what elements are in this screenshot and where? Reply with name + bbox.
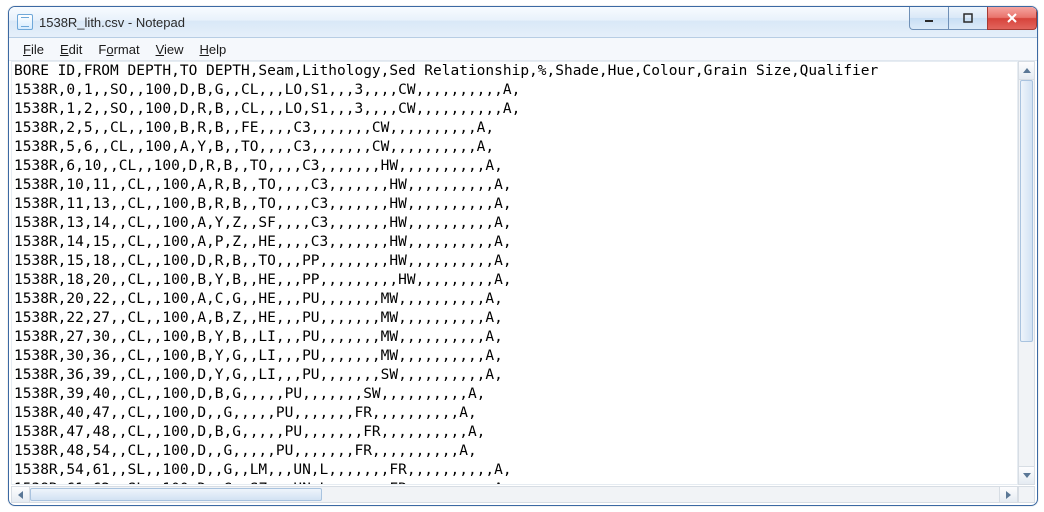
notepad-window: 1538R_lith.csv - Notepad File Edit	[8, 6, 1038, 506]
menu-help[interactable]: Help	[192, 42, 235, 57]
close-icon	[1005, 11, 1019, 25]
close-button[interactable]	[987, 7, 1037, 30]
chevron-up-icon	[1023, 68, 1031, 73]
minimize-icon	[923, 12, 935, 24]
horizontal-scrollbar[interactable]	[11, 486, 1018, 503]
horizontal-scroll-thumb[interactable]	[30, 488, 322, 501]
minimize-button[interactable]	[909, 7, 949, 30]
menu-format[interactable]: Format	[90, 42, 147, 57]
scroll-down-button[interactable]	[1019, 466, 1034, 484]
menu-edit[interactable]: Edit	[52, 42, 90, 57]
maximize-icon	[962, 12, 974, 24]
scroll-right-button[interactable]	[999, 487, 1017, 502]
window-title: 1538R_lith.csv - Notepad	[39, 15, 185, 30]
chevron-down-icon	[1023, 473, 1031, 478]
menu-view[interactable]: View	[148, 42, 192, 57]
scroll-left-button[interactable]	[12, 487, 30, 502]
notepad-app-icon	[17, 14, 33, 30]
menu-file[interactable]: File	[15, 42, 52, 57]
menu-bar: File Edit Format View Help	[9, 38, 1037, 61]
chevron-left-icon	[18, 491, 23, 499]
scroll-up-button[interactable]	[1019, 62, 1034, 80]
vertical-scroll-thumb[interactable]	[1020, 80, 1033, 342]
resize-grip[interactable]	[1018, 486, 1035, 503]
titlebar[interactable]: 1538R_lith.csv - Notepad	[9, 7, 1037, 38]
chevron-right-icon	[1006, 491, 1011, 499]
window-controls	[910, 7, 1037, 29]
text-area[interactable]: BORE ID,FROM DEPTH,TO DEPTH,Seam,Litholo…	[11, 61, 1018, 485]
maximize-button[interactable]	[948, 7, 988, 30]
text-content[interactable]: BORE ID,FROM DEPTH,TO DEPTH,Seam,Litholo…	[12, 62, 1017, 485]
vertical-scrollbar[interactable]	[1018, 61, 1035, 485]
